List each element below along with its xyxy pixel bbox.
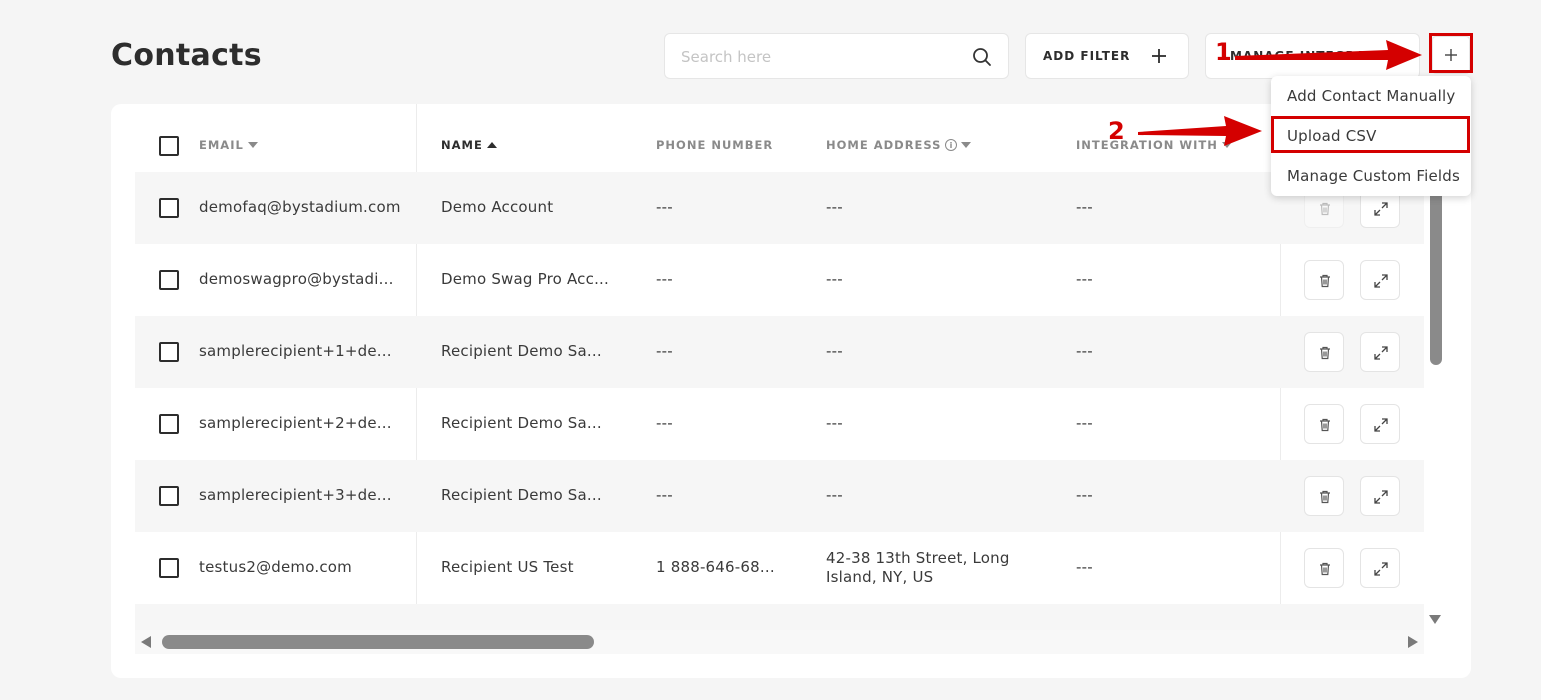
- vertical-scrollbar[interactable]: [1430, 170, 1442, 365]
- row-checkbox[interactable]: [159, 342, 179, 362]
- delete-button[interactable]: [1304, 476, 1344, 516]
- cell-phone: ---: [656, 342, 673, 360]
- cell-email: demoswagpro@bystadi...: [199, 270, 394, 288]
- cell-email: samplerecipient+1+de...: [199, 342, 392, 360]
- cell-email: demofaq@bystadium.com: [199, 198, 401, 216]
- scroll-down-arrow-icon[interactable]: [1429, 615, 1441, 624]
- cell-phone: ---: [656, 414, 673, 432]
- column-header-address[interactable]: HOME ADDRESS i: [826, 138, 972, 152]
- cell-address: 42-38 13th Street, Long Island, NY, US: [826, 549, 1010, 586]
- expand-button[interactable]: [1360, 260, 1400, 300]
- menu-item-add-contact-manually[interactable]: Add Contact Manually: [1287, 87, 1456, 105]
- cell-name: Recipient Demo Sa...: [441, 342, 602, 360]
- cell-email: samplerecipient+3+de...: [199, 486, 392, 504]
- select-all-checkbox[interactable]: [159, 136, 179, 156]
- step-number-2: 2: [1108, 117, 1125, 145]
- column-header-integration[interactable]: INTEGRATION WITH: [1076, 138, 1232, 152]
- expand-button[interactable]: [1360, 404, 1400, 444]
- horizontal-scrollbar[interactable]: [162, 635, 594, 649]
- cell-name: Demo Account: [441, 198, 554, 216]
- cell-name: Recipient Demo Sa...: [441, 414, 602, 432]
- expand-icon: [1374, 490, 1388, 504]
- sort-down-icon: [961, 142, 972, 148]
- cell-address: ---: [826, 198, 843, 216]
- manage-integrations-button[interactable]: MANAGE INTEGRATIONS: [1205, 33, 1420, 79]
- delete-button[interactable]: [1304, 548, 1344, 588]
- trash-icon: [1320, 274, 1330, 288]
- expand-button[interactable]: [1360, 548, 1400, 588]
- cell-phone: 1 888-646-68...: [656, 558, 775, 576]
- expand-icon: [1374, 562, 1388, 576]
- cell-integration: ---: [1076, 486, 1093, 504]
- expand-icon: [1374, 346, 1388, 360]
- scroll-right-arrow-icon[interactable]: [1408, 636, 1418, 648]
- column-header-name[interactable]: NAME: [441, 138, 497, 152]
- expand-icon: [1374, 418, 1388, 432]
- delete-button[interactable]: [1304, 332, 1344, 372]
- cell-name: Demo Swag Pro Acc...: [441, 270, 609, 288]
- sort-up-icon: [486, 142, 497, 148]
- table-row[interactable]: [135, 604, 1424, 630]
- highlight-box-add: [1429, 33, 1473, 73]
- search-input[interactable]: [681, 46, 961, 68]
- search-box[interactable]: [664, 33, 1009, 79]
- cell-integration: ---: [1076, 342, 1093, 360]
- plus-icon: [1152, 49, 1166, 63]
- cell-integration: ---: [1076, 198, 1093, 216]
- add-filter-button[interactable]: ADD FILTER: [1025, 33, 1189, 79]
- page-title: Contacts: [111, 38, 262, 73]
- trash-icon: [1320, 346, 1330, 360]
- cell-integration: ---: [1076, 270, 1093, 288]
- row-checkbox[interactable]: [159, 270, 179, 290]
- column-header-email[interactable]: EMAIL: [199, 138, 258, 152]
- column-header-phone: PHONE NUMBER: [656, 138, 774, 152]
- row-checkbox[interactable]: [159, 558, 179, 578]
- sort-down-icon: [247, 142, 258, 148]
- row-checkbox[interactable]: [159, 414, 179, 434]
- step-number-1: 1: [1215, 38, 1232, 66]
- highlight-box-upload-csv: [1271, 116, 1470, 153]
- cell-email: testus2@demo.com: [199, 558, 352, 576]
- cell-address: ---: [826, 414, 843, 432]
- manage-integrations-label: MANAGE INTEGRATIONS: [1230, 49, 1412, 63]
- search-icon[interactable]: [972, 47, 992, 67]
- trash-icon: [1320, 418, 1330, 432]
- cell-address: ---: [826, 270, 843, 288]
- add-filter-label: ADD FILTER: [1043, 49, 1131, 63]
- expand-button[interactable]: [1360, 332, 1400, 372]
- cell-email: samplerecipient+2+de...: [199, 414, 392, 432]
- trash-icon: [1320, 562, 1330, 576]
- info-icon[interactable]: i: [945, 139, 958, 151]
- trash-icon: [1320, 490, 1330, 504]
- expand-icon: [1374, 202, 1388, 216]
- scroll-left-arrow-icon[interactable]: [141, 636, 151, 648]
- cell-integration: ---: [1076, 558, 1093, 576]
- sort-down-icon: [1221, 142, 1232, 148]
- delete-button[interactable]: [1304, 260, 1344, 300]
- menu-item-manage-custom-fields[interactable]: Manage Custom Fields: [1287, 167, 1460, 185]
- cell-address: ---: [826, 486, 843, 504]
- cell-name: Recipient US Test: [441, 558, 574, 576]
- cell-name: Recipient Demo Sa...: [441, 486, 602, 504]
- cell-address: ---: [826, 342, 843, 360]
- row-checkbox[interactable]: [159, 486, 179, 506]
- expand-icon: [1374, 274, 1388, 288]
- expand-button[interactable]: [1360, 476, 1400, 516]
- cell-phone: ---: [656, 198, 673, 216]
- row-checkbox[interactable]: [159, 198, 179, 218]
- delete-button[interactable]: [1304, 404, 1344, 444]
- cell-phone: ---: [656, 270, 673, 288]
- trash-icon: [1320, 202, 1330, 216]
- cell-integration: ---: [1076, 414, 1093, 432]
- cell-phone: ---: [656, 486, 673, 504]
